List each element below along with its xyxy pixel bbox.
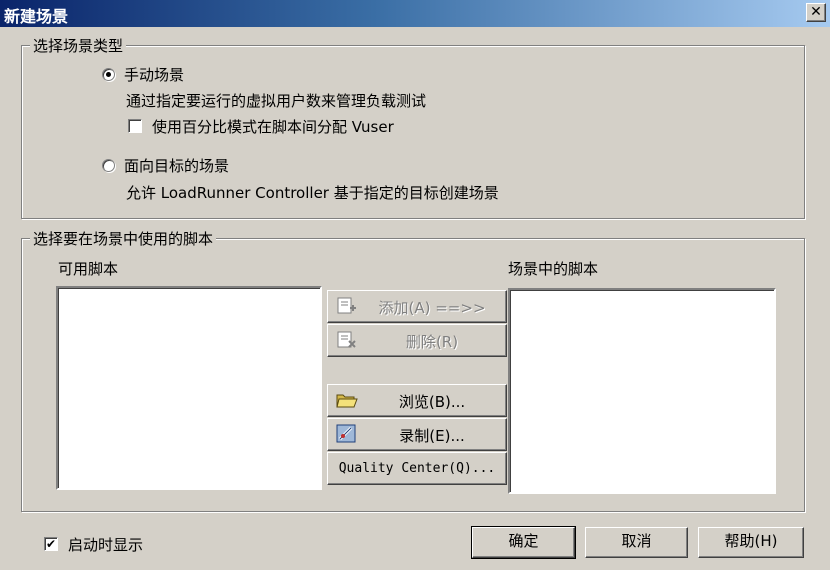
available-scripts-list[interactable]	[56, 286, 322, 490]
quality-center-button[interactable]: Quality Center(Q)...	[327, 452, 507, 485]
record-suffix: ...	[450, 427, 465, 445]
close-icon: ✕	[810, 4, 822, 20]
quality-center-label: Quality Center	[338, 461, 449, 476]
percent-mode-label[interactable]: 使用百分比模式在脚本间分配 Vuser	[152, 116, 394, 137]
open-folder-icon	[336, 394, 358, 408]
browse-label: 浏览	[398, 393, 429, 411]
browse-accel: (B)	[428, 393, 451, 411]
record-icon	[336, 424, 356, 443]
add-label: 添加	[378, 299, 409, 317]
title-bar: 新建场景 ✕	[0, 0, 830, 27]
help-label: 帮助	[724, 532, 755, 550]
ok-button[interactable]: 确定	[471, 526, 576, 559]
add-suffix: ==>>	[430, 299, 486, 317]
show-on-startup-checkbox[interactable]: ✔	[44, 537, 58, 551]
remove-script-button[interactable]: 删除(R)	[327, 324, 507, 357]
help-accel: (H)	[754, 532, 778, 550]
remove-accel: (R)	[435, 333, 459, 351]
browse-suffix: ...	[450, 393, 466, 411]
window-title: 新建场景	[4, 7, 69, 26]
goal-scenario-label[interactable]: 面向目标的场景	[124, 155, 229, 176]
manual-scenario-radio[interactable]	[102, 68, 115, 81]
remove-script-icon	[337, 331, 356, 348]
quality-center-accel: (Q)	[448, 461, 472, 476]
quality-center-suffix: ...	[471, 461, 496, 476]
cancel-label: 取消	[621, 532, 652, 550]
checkmark-icon: ✔	[45, 537, 57, 551]
goal-scenario-radio[interactable]	[102, 159, 115, 172]
record-label: 录制	[399, 427, 430, 445]
record-accel: (E)	[429, 427, 451, 445]
percent-mode-checkbox[interactable]	[128, 119, 142, 133]
manual-scenario-label[interactable]: 手动场景	[124, 64, 184, 85]
add-accel: (A)	[408, 299, 431, 317]
scenario-scripts-list[interactable]	[508, 288, 776, 494]
ok-label: 确定	[508, 532, 539, 550]
goal-scenario-description: 允许 LoadRunner Controller 基于指定的目标创建场景	[126, 184, 499, 202]
add-script-icon	[337, 297, 356, 314]
percent-mode-text: 使用百分比模式在脚本间分配 Vuser	[152, 118, 394, 136]
scripts-group-title: 选择要在场景中使用的脚本	[30, 228, 217, 249]
browse-button[interactable]: 浏览(B)...	[327, 384, 507, 417]
available-scripts-label: 可用脚本	[58, 260, 119, 278]
cancel-button[interactable]: 取消	[585, 527, 688, 558]
scenario-scripts-label: 场景中的脚本	[508, 260, 599, 278]
add-script-button[interactable]: 添加(A) ==>>	[327, 290, 507, 323]
close-button[interactable]: ✕	[806, 3, 826, 22]
scenario-type-group-title: 选择场景类型	[30, 35, 127, 56]
manual-scenario-description: 通过指定要运行的虚拟用户数来管理负载测试	[126, 92, 427, 110]
help-button[interactable]: 帮助(H)	[698, 527, 804, 558]
remove-label: 删除	[405, 333, 436, 351]
show-on-startup-label[interactable]: 启动时显示	[68, 534, 143, 555]
record-button[interactable]: 录制(E)...	[327, 418, 507, 451]
